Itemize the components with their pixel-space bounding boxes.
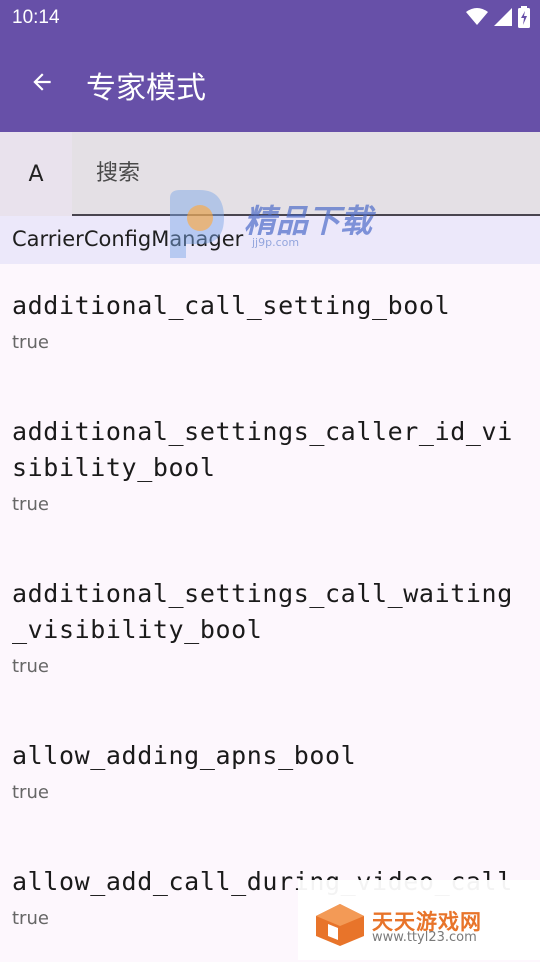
item-value: true [12,656,49,677]
item-value: true [12,782,49,803]
status-bar: 10:14 [0,0,540,38]
item-key: additional_settings_caller_id_visibility… [12,417,513,482]
item-value: true [12,494,49,515]
watermark-top-url: jj9p.com [252,236,300,249]
list-item[interactable]: additional_settings_caller_id_visibility… [0,392,540,554]
app-bar: 专家模式 [0,38,540,132]
list-item[interactable]: additional_call_setting_bool true [0,264,540,392]
wifi-icon [466,8,488,30]
list-item[interactable]: additional_settings_call_waiting_visibil… [0,554,540,716]
config-list: additional_call_setting_bool true additi… [0,264,540,962]
watermark-p-logo-icon [170,190,224,258]
back-button[interactable] [18,60,66,108]
watermark-logo-top: 精品下载 jj9p.com [160,188,400,262]
status-icons [466,6,530,32]
item-value: true [12,332,49,353]
item-key: additional_settings_call_waiting_visibil… [12,579,513,644]
watermark-logo-bottom: 天天游戏网 www.ttyl23.com [298,880,540,960]
item-key: allow_adding_apns_bool [12,741,357,770]
signal-icon [494,8,512,30]
page-title: 专家模式 [86,71,206,106]
list-item[interactable]: allow_adding_apns_bool true [0,716,540,842]
watermark-bottom-url: www.ttyl23.com [372,930,477,945]
search-input[interactable] [96,156,516,190]
watermark-cube-logo-icon [316,904,364,946]
battery-charging-icon [518,6,530,32]
index-letter-button[interactable]: A [0,132,72,216]
item-key: additional_call_setting_bool [12,291,451,320]
arrow-back-icon [29,69,55,99]
status-time: 10:14 [12,7,60,28]
